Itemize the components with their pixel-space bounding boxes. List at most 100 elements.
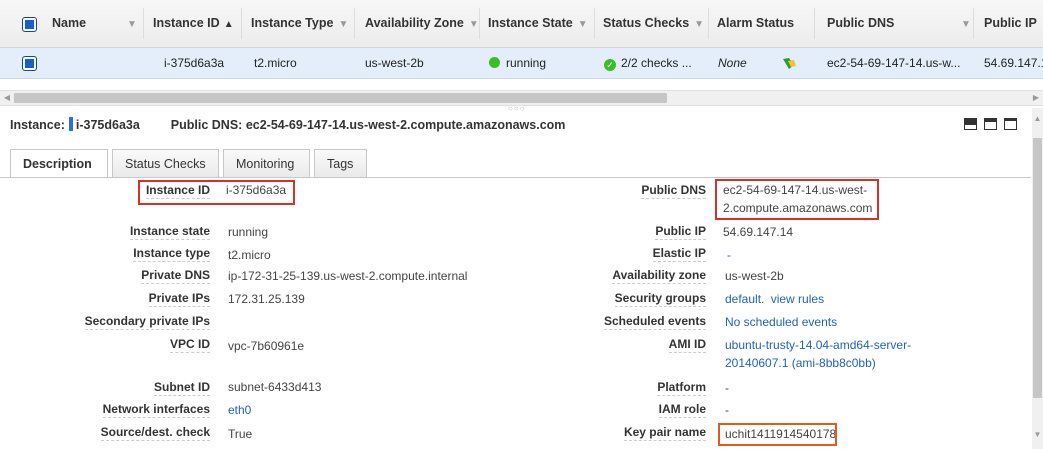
tab-monitoring[interactable]: Monitoring — [223, 149, 310, 177]
running-dot-icon — [489, 57, 500, 68]
label-public-dns: Public DNS — [641, 183, 706, 199]
scrollbar-thumb[interactable] — [1033, 138, 1042, 398]
value-platform: - — [725, 381, 729, 395]
value-iam-role: - — [725, 403, 729, 417]
scroll-right-icon[interactable]: ▶ — [1029, 91, 1043, 105]
value-network-interfaces[interactable]: eth0 — [228, 401, 251, 419]
col-instance-state[interactable]: Instance State ▼ — [488, 0, 588, 47]
col-instance-id-label: Instance ID — [153, 16, 220, 30]
scroll-left-icon[interactable]: ◀ — [0, 91, 14, 105]
public-dns-header-label: Public DNS: — [170, 118, 243, 132]
value-source-dest-check: True — [228, 427, 253, 441]
value-ami-id-line2[interactable]: 20140607.1 (ami-8bb8c0bb) — [725, 354, 876, 372]
table-header: Name ▼ Instance ID ▲ Instance Type ▼ Avail… — [0, 0, 1043, 48]
col-name-label: Name — [52, 16, 87, 30]
col-alarm-status[interactable]: Alarm Status — [717, 0, 794, 47]
cell-public-dns: ec2-54-69-147-14.us-w... — [827, 56, 961, 70]
tab-status-checks[interactable]: Status Checks — [112, 149, 219, 177]
value-subnet-id: subnet-6433d413 — [228, 380, 322, 394]
instance-label: Instance: — [10, 118, 65, 132]
scroll-down-icon[interactable]: ▼ — [1032, 430, 1043, 439]
chevron-down-icon[interactable]: ▼ — [469, 19, 479, 30]
public-dns-header: ec2-54-69-147-14.us-west-2.compute.amazo… — [245, 118, 566, 132]
cell-instance-state-text: running — [506, 56, 547, 70]
vertical-scrollbar[interactable]: ▲ ▼ — [1032, 108, 1043, 449]
chevron-down-icon[interactable]: ▼ — [578, 19, 588, 30]
label-network-interfaces: Network interfaces — [102, 402, 210, 418]
cell-instance-id: i-375d6a3a — [164, 56, 225, 70]
col-name[interactable]: Name — [52, 0, 86, 47]
label-security-groups: Security groups — [614, 291, 706, 307]
value-elastic-ip: - — [727, 248, 731, 262]
value-private-dns: ip-172-31-25-139.us-west-2.compute.inter… — [228, 269, 468, 283]
value-instance-state: running — [228, 225, 269, 239]
value-ami-id[interactable]: ubuntu-trusty-14.04-amd64-server- — [725, 336, 911, 354]
chevron-down-icon[interactable]: ▼ — [961, 19, 971, 30]
label-iam-role: IAM role — [658, 402, 706, 418]
cell-status-checks: ✓ 2/2 checks ... — [604, 48, 692, 78]
label-private-ips: Private IPs — [148, 291, 210, 307]
alarm-bell-icon[interactable] — [780, 48, 798, 78]
col-public-ip-label: Public IP — [984, 16, 1037, 30]
tab-tags[interactable]: Tags — [314, 149, 367, 177]
view-rules-link[interactable]: view rules — [771, 292, 824, 306]
chevron-down-icon[interactable]: ▼ — [127, 19, 137, 30]
row-checkbox[interactable] — [22, 56, 37, 71]
col-instance-type-label: Instance Type — [251, 16, 334, 30]
view-bottom-icon[interactable] — [964, 118, 977, 130]
label-instance-state: Instance state — [129, 224, 210, 240]
col-instance-id[interactable]: Instance ID ▲ — [153, 0, 234, 47]
col-instance-type[interactable]: Instance Type ▼ — [251, 0, 348, 47]
security-group-link[interactable]: default. — [725, 292, 764, 306]
check-circle-icon: ✓ — [604, 59, 616, 71]
label-secondary-private-ips: Secondary private IPs — [84, 314, 210, 330]
select-all-checkbox[interactable] — [22, 17, 37, 32]
value-availability-zone: us-west-2b — [725, 269, 784, 283]
col-public-dns-menu[interactable]: ▼ — [956, 0, 971, 47]
cell-instance-type: t2.micro — [254, 56, 297, 70]
col-status-checks-label: Status Checks — [603, 16, 690, 30]
instance-id-header: i-375d6a3a — [75, 118, 140, 132]
view-split-icon[interactable] — [984, 118, 997, 130]
label-source-dest-check: Source/dest. check — [100, 425, 210, 441]
col-name-menu[interactable]: ▼ — [122, 0, 137, 47]
instance-color-icon — [68, 117, 73, 131]
value-instance-type: t2.micro — [228, 248, 271, 262]
col-instance-state-label: Instance State — [488, 16, 573, 30]
scroll-up-icon[interactable]: ▲ — [1032, 114, 1043, 123]
tab-description[interactable]: Description — [10, 149, 108, 178]
col-public-dns-label: Public DNS — [827, 16, 895, 30]
resize-grip-icon[interactable]: ○○○ — [508, 104, 526, 113]
label-platform: Platform — [657, 380, 706, 396]
table-row[interactable]: i-375d6a3a t2.micro us-west-2b running ✓… — [0, 48, 1043, 79]
value-private-ips: 172.31.25.139 — [228, 292, 305, 306]
scrollbar-thumb[interactable] — [14, 93, 667, 103]
col-alarm-status-label: Alarm Status — [717, 16, 795, 30]
cell-status-checks-text: 2/2 checks ... — [621, 56, 692, 70]
col-public-dns[interactable]: Public DNS — [827, 0, 894, 47]
label-subnet-id: Subnet ID — [154, 380, 210, 396]
label-scheduled-events: Scheduled events — [603, 314, 706, 330]
cell-alarm-status-text: None — [718, 56, 747, 70]
chevron-down-icon[interactable]: ▼ — [694, 19, 704, 30]
col-public-ip[interactable]: Public IP — [984, 0, 1037, 47]
value-vpc-id: vpc-7b60961e — [228, 339, 305, 353]
label-availability-zone: Availability zone — [612, 268, 706, 284]
view-top-icon[interactable] — [1004, 118, 1017, 130]
label-elastic-ip: Elastic IP — [652, 246, 706, 262]
highlight-instance-id — [138, 180, 295, 205]
value-public-ip: 54.69.147.14 — [723, 225, 794, 239]
col-availability-zone[interactable]: Availability Zone ▼ — [365, 0, 479, 47]
chevron-down-icon[interactable]: ▼ — [338, 19, 348, 30]
col-availability-zone-label: Availability Zone — [365, 16, 464, 30]
value-scheduled-events[interactable]: No scheduled events — [725, 313, 837, 331]
label-instance-type: Instance type — [133, 246, 210, 262]
highlight-key-pair — [718, 423, 837, 446]
value-security-groups: default. view rules — [725, 290, 824, 308]
label-public-ip: Public IP — [655, 224, 706, 240]
label-key-pair-name: Key pair name — [623, 425, 706, 441]
sort-up-icon[interactable]: ▲ — [224, 19, 234, 30]
col-status-checks[interactable]: Status Checks ▼ — [603, 0, 704, 47]
cell-instance-state: running — [489, 48, 546, 78]
cell-public-ip: 54.69.147.1 — [984, 56, 1043, 70]
